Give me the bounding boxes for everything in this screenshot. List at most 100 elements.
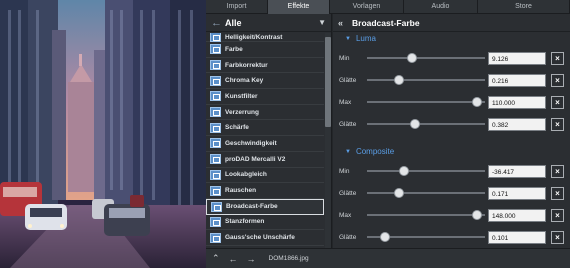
effect-title: Broadcast-Farbe [352,17,420,28]
reset-button[interactable]: × [551,95,564,109]
slider-track [367,214,485,216]
param-value-field[interactable]: 9.126 [488,51,546,65]
param-value-field[interactable]: 110.000 [488,95,546,109]
effects-list-scrollbar[interactable] [325,33,331,248]
param-row: Glätte 0.101 × [339,230,565,244]
effect-list-item[interactable]: Farbe [206,42,324,58]
section-title: Luma [355,34,376,43]
slider-handle[interactable] [471,97,482,107]
effect-item-label: Kunstfilter [225,92,258,100]
section-luma[interactable]: ▼ Luma [345,34,376,43]
effect-item-label: Chroma Key [225,77,264,85]
param-row: Max 110.000 × [339,95,565,109]
param-label: Glätte [339,76,357,84]
scrollbar-thumb[interactable] [325,37,331,127]
effect-list-item[interactable]: Verzerrung [206,105,324,121]
chevron-down-icon[interactable]: ▼ [318,18,326,27]
effect-list-item[interactable]: Lookabgleich [206,168,324,184]
param-label: Max [339,211,352,219]
param-value-field[interactable]: 148.000 [488,208,546,222]
reset-button[interactable]: × [551,73,564,87]
photo-preview [0,0,206,268]
effect-item-label: Farbe [225,45,243,53]
param-value-field[interactable]: 0.216 [488,73,546,87]
param-label: Glätte [339,120,357,128]
param-value-field[interactable]: -36.417 [488,164,546,178]
reset-button[interactable]: × [551,164,564,178]
reset-button[interactable]: × [551,51,564,65]
slider-handle[interactable] [394,188,404,198]
tab-vorlagen[interactable]: Vorlagen [330,0,404,14]
param-slider[interactable] [367,73,485,87]
effect-icon [210,185,221,196]
section-title: Composite [355,147,395,156]
tab-effekte[interactable]: Effekte [268,0,330,14]
effects-list-header: ← Alle ▼ [206,14,331,32]
effect-icon [210,107,221,118]
param-label: Min [339,167,350,175]
param-row: Max 148.000 × [339,208,565,222]
collapse-triangle-icon[interactable]: ▼ [345,149,351,155]
slider-track [367,170,485,172]
reset-button[interactable]: × [551,208,564,222]
reset-button[interactable]: × [551,117,564,131]
slider-handle[interactable] [410,119,421,129]
effect-list-item[interactable]: Kunstfilter [206,89,324,105]
param-slider[interactable] [367,186,485,200]
double-chevron-left-icon[interactable]: « [338,18,352,28]
param-row: Min -36.417 × [339,164,565,178]
effects-list-panel: ← Alle ▼ Helligkeit/Kontrast Farbe Farbkor… [206,14,332,248]
effect-item-label: Farbkorrektur [225,61,268,69]
effect-list-item[interactable]: Schärfe [206,120,324,137]
param-value-field[interactable]: 0.382 [488,117,546,131]
effect-list-item[interactable]: Chroma Key [206,73,324,90]
effect-list-item[interactable]: Stanzformen [206,215,324,231]
effect-list-item[interactable]: Helligkeit/Kontrast [206,33,324,42]
collapse-up-icon[interactable]: ⌃ [212,253,220,264]
reset-button[interactable]: × [551,230,564,244]
effect-list-item[interactable]: Farbkorrektur [206,58,324,74]
param-label: Min [339,54,350,62]
param-slider[interactable] [367,208,485,222]
param-slider[interactable] [367,95,485,109]
back-arrow-icon[interactable]: ← [211,17,225,29]
section-composite[interactable]: ▼ Composite [345,147,394,156]
reset-button[interactable]: × [551,186,564,200]
slider-handle[interactable] [379,232,390,242]
slider-handle[interactable] [394,75,404,85]
slider-handle[interactable] [406,53,417,63]
param-slider[interactable] [367,164,485,178]
collapse-triangle-icon[interactable]: ▼ [345,36,351,42]
param-value-field[interactable]: 0.171 [488,186,546,200]
effect-icon [210,44,221,55]
effect-icon [211,201,222,212]
effect-settings-panel: « Broadcast-Farbe ▼ Luma Min 9.126 × Glätte 0.… [333,14,570,248]
param-value-field[interactable]: 0.101 [488,230,546,244]
effect-icon [210,169,221,180]
effect-icon [210,33,221,42]
param-slider[interactable] [367,117,485,131]
effect-list-item[interactable]: Geschwindigkeit [206,136,324,152]
effect-list-item[interactable]: Gauss'sche Unschärfe [206,230,324,246]
effect-list-item[interactable]: proDAD Mercalli V2 [206,152,324,168]
effect-icon [210,91,221,102]
effect-icon [210,232,221,243]
effect-list-item[interactable]: Broadcast-Farbe [206,198,324,215]
tab-import[interactable]: Import [206,0,268,14]
arrow-left-icon[interactable]: ← [229,254,238,264]
effect-icon [210,154,221,165]
param-slider[interactable] [367,230,485,244]
param-slider[interactable] [367,51,485,65]
tab-audio[interactable]: Audio [404,0,478,14]
slider-handle[interactable] [399,166,410,176]
effect-item-label: Schärfe [225,124,249,132]
arrow-right-icon[interactable]: → [247,254,256,264]
param-row: Glätte 0.171 × [339,186,565,200]
slider-track [367,123,485,125]
tab-store[interactable]: Store [478,0,570,14]
slider-handle[interactable] [471,210,482,220]
param-label: Max [339,98,352,106]
effect-list-item[interactable]: Rauschen [206,183,324,199]
effect-item-label: Broadcast-Farbe [226,203,278,211]
slider-track [367,192,485,194]
